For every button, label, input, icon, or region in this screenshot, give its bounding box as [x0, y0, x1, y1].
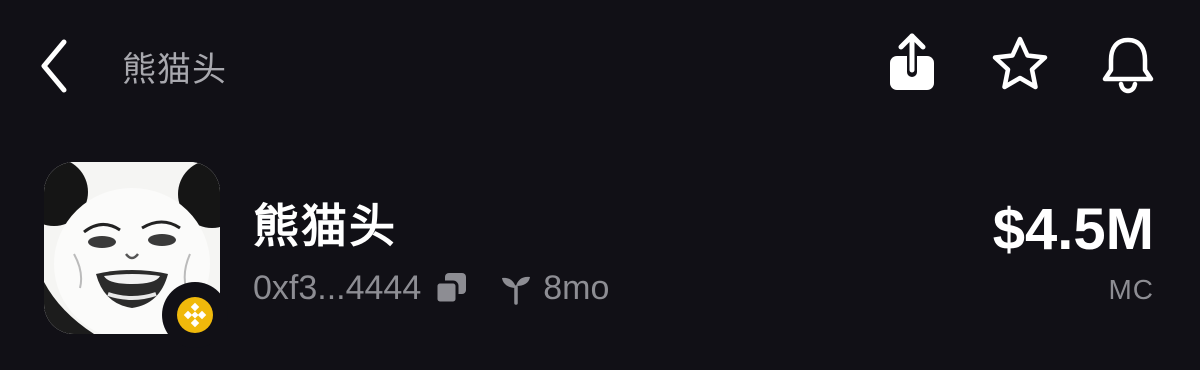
token-age: 8mo [543, 268, 610, 307]
market-cap-value: $4.5M [992, 197, 1154, 262]
back-button[interactable] [30, 34, 80, 98]
top-bar: 熊猫头 [0, 0, 1200, 130]
chain-badge [162, 282, 228, 348]
copy-address-button[interactable] [433, 270, 469, 306]
token-name: 熊猫头 [253, 200, 397, 252]
sprout-icon [499, 271, 533, 305]
chevron-left-icon [41, 39, 67, 93]
contract-address: 0xf3...4444 [253, 268, 422, 307]
page-title: 熊猫头 [122, 51, 227, 89]
token-meta: 0xf3...4444 8mo [253, 268, 609, 308]
share-icon [890, 31, 934, 90]
star-icon [992, 36, 1048, 90]
alerts-button[interactable] [1098, 32, 1154, 96]
favorite-button[interactable] [988, 32, 1048, 96]
bnb-chain-icon [177, 297, 213, 333]
share-button[interactable] [884, 31, 940, 96]
market-cap-label: MC [1108, 274, 1154, 305]
copy-icon [434, 273, 467, 305]
token-avatar[interactable] [44, 162, 228, 348]
bell-icon [1102, 37, 1154, 94]
